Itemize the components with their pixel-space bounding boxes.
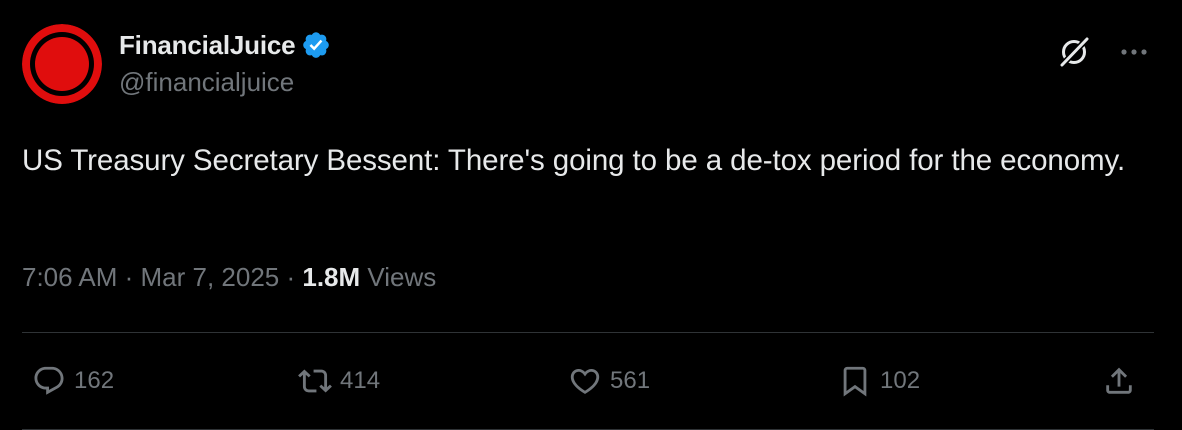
bookmark-count: 102 — [880, 367, 921, 394]
bookmark-icon — [843, 366, 867, 397]
bookmark-button[interactable]: 102 — [838, 360, 920, 402]
reply-icon — [34, 366, 64, 395]
tweet-meta: 7:06 AM · Mar 7, 2025 · 1.8M Views — [22, 262, 436, 293]
views-label: Views — [360, 262, 437, 292]
repost-button[interactable]: 414 — [298, 360, 380, 402]
more-options-icon — [1121, 49, 1147, 55]
meta-separator: · — [279, 262, 303, 292]
grok-icon — [1060, 37, 1089, 67]
author-name[interactable]: FinancialJuice — [119, 30, 296, 61]
share-button[interactable] — [1102, 360, 1136, 402]
repost-count: 414 — [340, 367, 381, 394]
avatar-logo-icon — [22, 24, 102, 104]
grok-button[interactable] — [1054, 32, 1094, 72]
author-handle[interactable]: @financialjuice — [119, 67, 294, 98]
heart-icon — [570, 368, 600, 394]
reply-button[interactable]: 162 — [32, 360, 114, 402]
divider — [22, 332, 1154, 333]
views-count[interactable]: 1.8M — [302, 262, 360, 292]
reply-count: 162 — [74, 367, 115, 394]
verified-badge-icon[interactable] — [301, 30, 331, 60]
tweet-text: US Treasury Secretary Bessent: There's g… — [22, 144, 1126, 177]
share-icon — [1106, 367, 1132, 394]
like-button[interactable]: 561 — [568, 360, 650, 402]
avatar[interactable] — [22, 24, 102, 104]
author-name-row: FinancialJuice — [119, 27, 331, 63]
tweet-card: FinancialJuice @financialjuice US Treasu… — [0, 0, 1182, 430]
more-options-button[interactable] — [1114, 32, 1154, 72]
meta-separator: · — [117, 262, 141, 292]
repost-icon — [298, 369, 332, 393]
tweet-time[interactable]: 7:06 AM — [22, 262, 117, 292]
tweet-date[interactable]: Mar 7, 2025 — [141, 262, 280, 292]
like-count: 561 — [610, 367, 651, 394]
